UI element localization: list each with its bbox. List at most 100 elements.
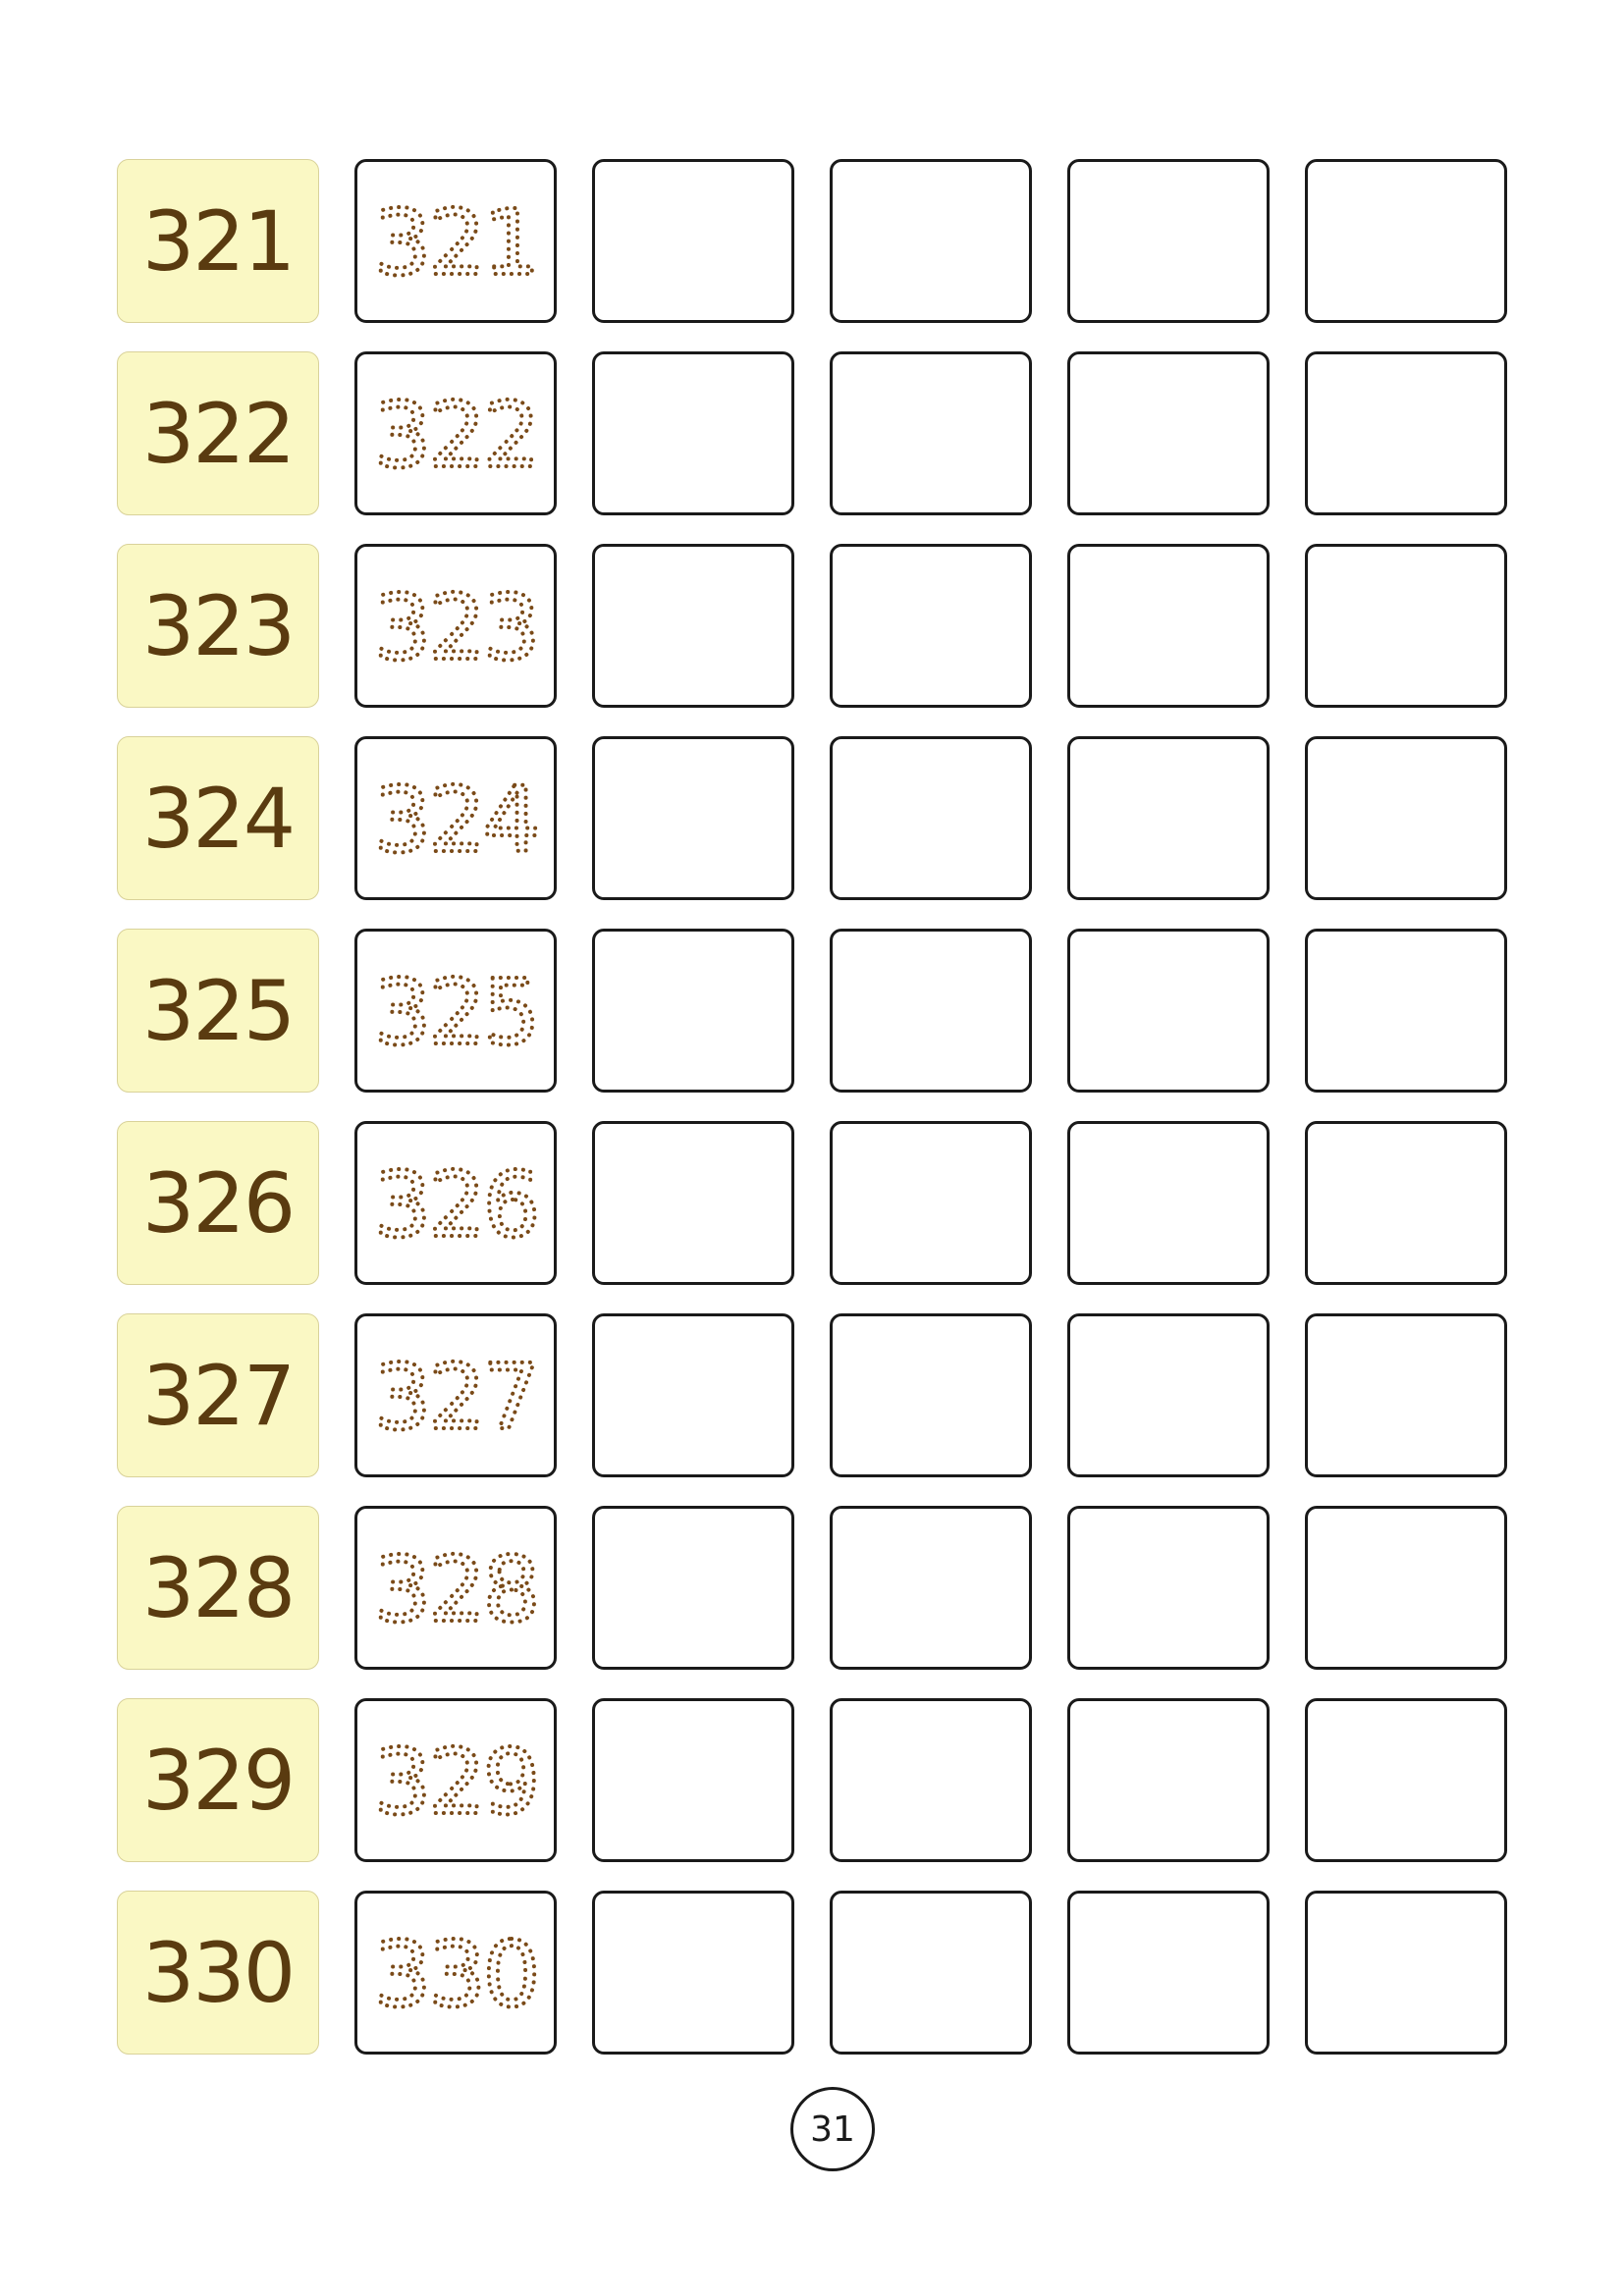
writing-practice-box[interactable] [592, 1698, 794, 1862]
writing-practice-box[interactable] [1305, 1506, 1507, 1670]
trace-number-box[interactable]: 329 [354, 1698, 557, 1862]
writing-practice-box[interactable] [1067, 351, 1270, 515]
writing-practice-box[interactable] [1067, 1121, 1270, 1285]
writing-practice-box[interactable] [1305, 1891, 1507, 2055]
writing-practice-box[interactable] [1067, 1891, 1270, 2055]
model-number-box: 324 [117, 736, 319, 900]
dotted-trace-number: 330 [372, 1920, 543, 2029]
writing-practice-box[interactable] [1305, 929, 1507, 1093]
writing-practice-box[interactable] [1305, 351, 1507, 515]
model-number-box: 322 [117, 351, 319, 515]
trace-number-text: 328 [374, 1537, 538, 1642]
worksheet-row: 326 326 [117, 1121, 1511, 1285]
trace-number-text: 327 [374, 1345, 538, 1450]
trace-number-box[interactable]: 322 [354, 351, 557, 515]
dotted-trace-number: 323 [372, 573, 543, 682]
trace-number-text: 329 [374, 1730, 538, 1835]
writing-practice-box[interactable] [592, 1313, 794, 1477]
writing-practice-box[interactable] [592, 351, 794, 515]
writing-practice-box[interactable] [1305, 159, 1507, 323]
model-number: 326 [141, 1154, 296, 1252]
writing-practice-box[interactable] [1305, 1121, 1507, 1285]
trace-number-box[interactable]: 328 [354, 1506, 557, 1670]
writing-practice-box[interactable] [1067, 1313, 1270, 1477]
worksheet-row: 327 327 [117, 1313, 1511, 1477]
trace-number-box[interactable]: 330 [354, 1891, 557, 2055]
writing-practice-box[interactable] [1067, 736, 1270, 900]
model-number-box: 327 [117, 1313, 319, 1477]
trace-number-box[interactable]: 327 [354, 1313, 557, 1477]
writing-practice-box[interactable] [592, 544, 794, 708]
model-number: 323 [141, 577, 296, 674]
model-number-box: 326 [117, 1121, 319, 1285]
writing-practice-box[interactable] [830, 351, 1032, 515]
trace-number-text: 326 [374, 1152, 538, 1257]
worksheet-row: 324 324 [117, 736, 1511, 900]
writing-practice-box[interactable] [592, 1121, 794, 1285]
writing-practice-box[interactable] [1067, 159, 1270, 323]
model-number-box: 325 [117, 929, 319, 1093]
model-number: 330 [141, 1924, 296, 2021]
writing-practice-box[interactable] [830, 929, 1032, 1093]
writing-practice-box[interactable] [1067, 1698, 1270, 1862]
writing-practice-box[interactable] [830, 736, 1032, 900]
trace-number-box[interactable]: 325 [354, 929, 557, 1093]
writing-practice-box[interactable] [1305, 544, 1507, 708]
model-number: 322 [141, 385, 296, 482]
worksheet-row: 321 321 [117, 159, 1511, 323]
writing-practice-box[interactable] [830, 1891, 1032, 2055]
writing-practice-box[interactable] [592, 159, 794, 323]
trace-number-text: 330 [374, 1922, 538, 2027]
writing-practice-box[interactable] [592, 736, 794, 900]
trace-number-text: 323 [374, 575, 538, 680]
page-number-label: 31 [810, 2109, 855, 2150]
dotted-trace-number: 328 [372, 1535, 543, 1644]
model-number: 327 [141, 1347, 296, 1444]
writing-practice-box[interactable] [1305, 1313, 1507, 1477]
dotted-trace-number: 329 [372, 1728, 543, 1837]
trace-number-box[interactable]: 321 [354, 159, 557, 323]
model-number: 325 [141, 962, 296, 1059]
dotted-trace-number: 326 [372, 1150, 543, 1259]
writing-practice-box[interactable] [830, 544, 1032, 708]
dotted-trace-number: 324 [372, 766, 543, 875]
trace-number-text: 324 [374, 768, 538, 873]
writing-practice-box[interactable] [592, 1891, 794, 2055]
worksheet-row: 329 329 [117, 1698, 1511, 1862]
worksheet-row: 322 322 [117, 351, 1511, 515]
model-number-box: 330 [117, 1891, 319, 2055]
model-number-box: 329 [117, 1698, 319, 1862]
worksheet-row: 330 330 [117, 1891, 1511, 2055]
dotted-trace-number: 325 [372, 958, 543, 1067]
trace-number-text: 322 [374, 383, 538, 488]
writing-practice-box[interactable] [830, 159, 1032, 323]
number-tracing-worksheet: 321 321 322 322 323 323 324 324 325 325 326 326 327 3… [117, 159, 1511, 2083]
writing-practice-box[interactable] [1305, 736, 1507, 900]
dotted-trace-number: 321 [372, 188, 543, 297]
writing-practice-box[interactable] [1067, 929, 1270, 1093]
dotted-trace-number: 322 [372, 381, 543, 490]
model-number-box: 323 [117, 544, 319, 708]
writing-practice-box[interactable] [1067, 544, 1270, 708]
model-number-box: 321 [117, 159, 319, 323]
model-number: 321 [141, 192, 296, 290]
trace-number-text: 325 [374, 960, 538, 1065]
worksheet-row: 325 325 [117, 929, 1511, 1093]
writing-practice-box[interactable] [830, 1698, 1032, 1862]
writing-practice-box[interactable] [592, 929, 794, 1093]
model-number-box: 328 [117, 1506, 319, 1670]
trace-number-box[interactable]: 326 [354, 1121, 557, 1285]
writing-practice-box[interactable] [592, 1506, 794, 1670]
writing-practice-box[interactable] [830, 1313, 1032, 1477]
dotted-trace-number: 327 [372, 1343, 543, 1452]
trace-number-box[interactable]: 324 [354, 736, 557, 900]
model-number: 324 [141, 770, 296, 867]
writing-practice-box[interactable] [1067, 1506, 1270, 1670]
model-number: 328 [141, 1539, 296, 1636]
model-number: 329 [141, 1732, 296, 1829]
writing-practice-box[interactable] [830, 1506, 1032, 1670]
trace-number-box[interactable]: 323 [354, 544, 557, 708]
writing-practice-box[interactable] [1305, 1698, 1507, 1862]
writing-practice-box[interactable] [830, 1121, 1032, 1285]
worksheet-row: 323 323 [117, 544, 1511, 708]
